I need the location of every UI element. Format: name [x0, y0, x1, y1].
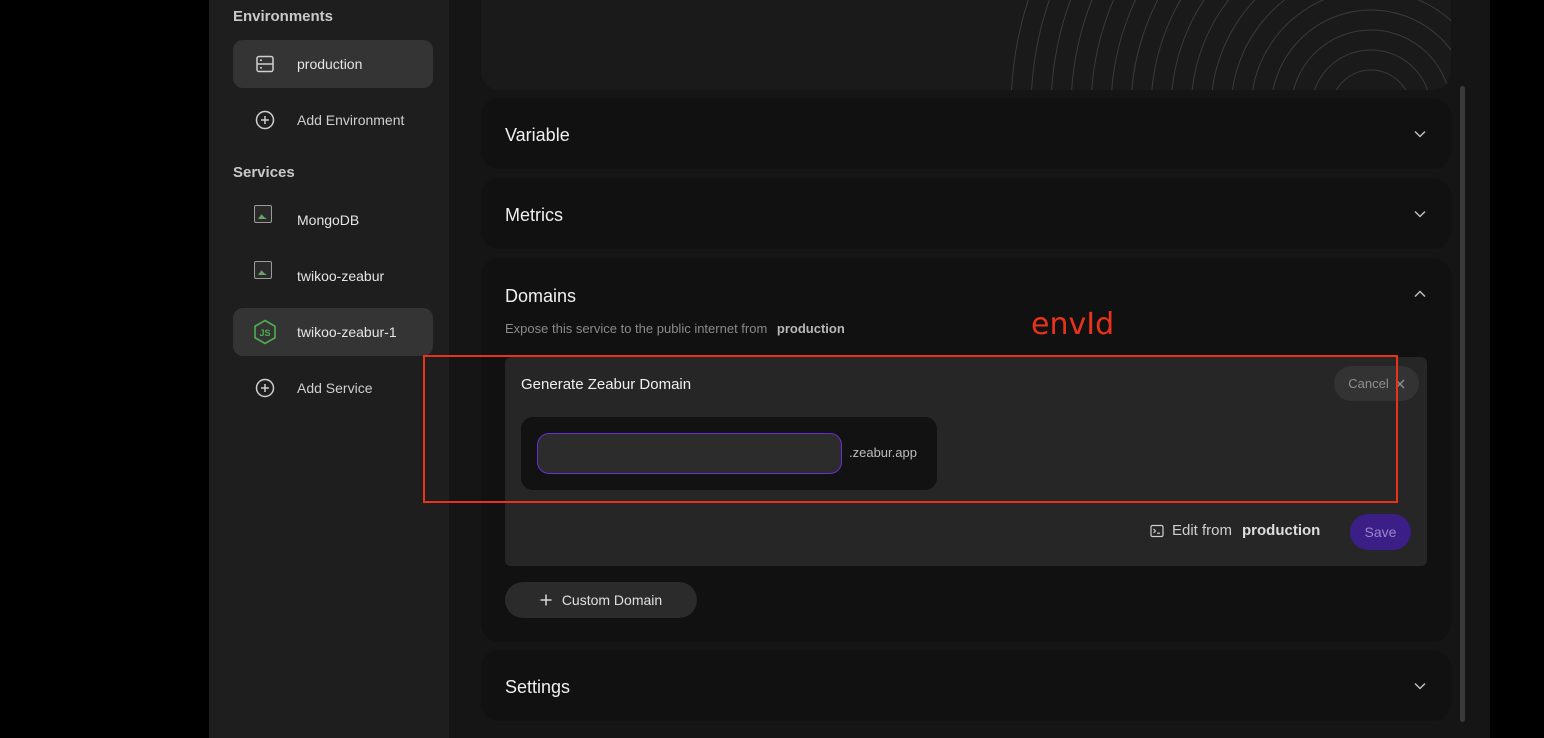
plus-circle-icon [233, 110, 297, 130]
chevron-down-icon [1414, 130, 1426, 138]
terminal-icon [1150, 524, 1164, 537]
sidebar-item-label: twikoo-zeabur-1 [297, 324, 397, 340]
chevron-down-icon [1414, 210, 1426, 218]
plus-circle-icon [233, 378, 297, 398]
sidebar-item-label: MongoDB [297, 212, 360, 228]
metrics-panel[interactable]: Metrics [481, 178, 1451, 249]
generate-domain-title: Generate Zeabur Domain [521, 376, 692, 393]
sidebar-item-add-environment[interactable]: Add Environment [233, 96, 433, 144]
services-heading: Services [233, 164, 295, 181]
sidebar-item-mongodb[interactable]: MongoDB [233, 196, 433, 244]
domain-suffix: .zeabur.app [849, 445, 917, 460]
edit-from-env: production [1242, 522, 1321, 539]
broken-image-icon [233, 261, 297, 285]
plus-icon [540, 594, 552, 606]
nodejs-icon: JS [233, 319, 297, 345]
sidebar-item-add-service[interactable]: Add Service [233, 364, 433, 412]
sidebar-item-label: twikoo-zeabur [297, 268, 385, 284]
custom-domain-button[interactable]: Custom Domain [505, 582, 697, 618]
close-icon [1395, 379, 1405, 388]
server-icon [233, 54, 297, 74]
vertical-scrollbar[interactable] [1460, 86, 1465, 722]
variable-panel[interactable]: Variable [481, 98, 1451, 169]
environments-heading: Environments [233, 8, 334, 25]
chevron-down-icon [1414, 682, 1426, 690]
edit-from-label: Edit from [1172, 522, 1233, 539]
decorative-rings-graphic [1011, 0, 1451, 90]
svg-text:JS: JS [259, 328, 270, 338]
screen: Environments production Add Environment … [0, 0, 1544, 738]
settings-panel-title: Settings [505, 677, 571, 697]
sidebar-item-label: Add Service [297, 380, 373, 396]
settings-panel[interactable]: Settings [481, 650, 1451, 721]
broken-image-icon [233, 205, 297, 229]
save-button[interactable]: Save [1350, 514, 1411, 550]
variable-panel-title: Variable [505, 125, 570, 145]
sidebar-item-twikoo-zeabur-1[interactable]: JS twikoo-zeabur-1 [233, 308, 433, 356]
cancel-label: Cancel [1348, 376, 1389, 391]
sidebar-item-label: Add Environment [297, 112, 405, 128]
sidebar-item-label: production [297, 56, 363, 72]
cancel-button[interactable]: Cancel [1334, 366, 1419, 401]
sidebar-item-twikoo-zeabur[interactable]: twikoo-zeabur [233, 252, 433, 300]
subdomain-input[interactable] [537, 433, 842, 474]
chevron-up-icon[interactable] [1413, 287, 1427, 301]
metrics-panel-title: Metrics [505, 205, 563, 225]
domains-subtitle-text: Expose this service to the public intern… [505, 321, 768, 336]
edit-from-environment[interactable]: Edit from production [1150, 522, 1320, 539]
domains-subtitle: Expose this service to the public intern… [505, 321, 845, 336]
sidebar-item-production[interactable]: production [233, 40, 433, 88]
custom-domain-label: Custom Domain [561, 592, 663, 608]
annotation-label: envId [1031, 307, 1115, 342]
domains-panel-title[interactable]: Domains [505, 286, 576, 307]
service-banner [481, 0, 1451, 90]
domains-subtitle-environment: production [776, 321, 845, 336]
